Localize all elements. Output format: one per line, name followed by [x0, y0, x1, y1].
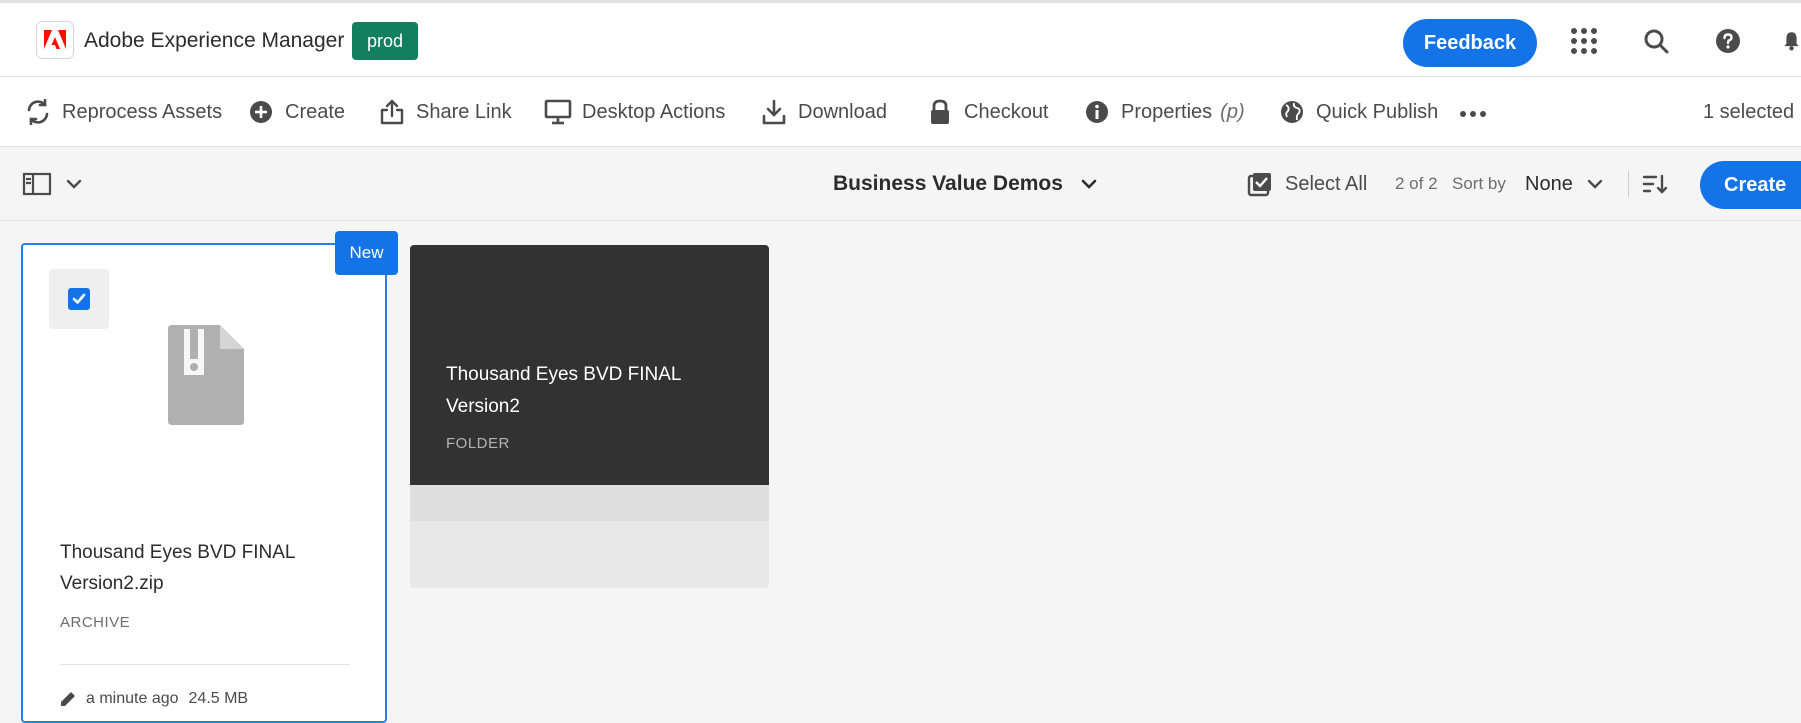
environment-badge: prod: [352, 22, 419, 60]
quick-publish-button[interactable]: Quick Publish: [1278, 77, 1438, 147]
create-button[interactable]: Create: [1700, 161, 1801, 209]
file-size: 24.5 MB: [188, 690, 249, 707]
share-icon: [378, 98, 406, 126]
info-icon: [1083, 98, 1111, 126]
folder-card-strip: [410, 485, 769, 521]
sort-by-label: Sort by: [1452, 174, 1506, 193]
checkout-button[interactable]: Checkout: [926, 77, 1049, 147]
checkmark-icon: [72, 293, 86, 304]
chevron-down-icon: [1587, 179, 1603, 189]
properties-label: Properties: [1121, 100, 1213, 123]
monitor-icon: [544, 98, 572, 126]
select-all-button[interactable]: Select All: [1247, 147, 1367, 221]
rail-toggle-button[interactable]: [22, 169, 88, 199]
chevron-down-icon: [66, 179, 82, 189]
folder-card-thumbnail: Thousand Eyes BVD FINAL Version2 FOLDER: [410, 245, 769, 485]
rail-panel-icon: [22, 172, 52, 196]
share-link-button[interactable]: Share Link: [378, 77, 512, 147]
search-icon[interactable]: [1640, 25, 1672, 57]
download-button[interactable]: Download: [760, 77, 887, 147]
folder-card[interactable]: Thousand Eyes BVD FINAL Version2 FOLDER: [410, 245, 769, 588]
adobe-logo[interactable]: [36, 21, 74, 59]
select-all-label: Select All: [1285, 172, 1368, 195]
new-badge: New: [335, 231, 398, 275]
modified-time: a minute ago: [86, 690, 179, 707]
lock-icon: [926, 98, 954, 126]
create-action-label: Create: [285, 100, 346, 123]
card-type: FOLDER: [446, 435, 510, 452]
card-select-area[interactable]: [49, 269, 109, 329]
chevron-down-icon: [1081, 179, 1097, 189]
reprocess-assets-label: Reprocess Assets: [62, 100, 223, 123]
share-link-label: Share Link: [416, 100, 512, 123]
help-icon[interactable]: [1712, 25, 1744, 57]
globe-icon: [1278, 98, 1306, 126]
download-icon: [760, 98, 788, 126]
refresh-icon: [24, 98, 52, 126]
item-count: 2 of 2: [1395, 174, 1438, 193]
select-all-checkbox-icon: [1247, 173, 1271, 197]
app-title[interactable]: Adobe Experience Manager: [84, 29, 344, 53]
card-meta: a minute ago 24.5 MB: [60, 690, 248, 708]
more-icon: [1460, 101, 1486, 124]
bell-icon[interactable]: [1782, 25, 1801, 57]
properties-button[interactable]: Properties (p): [1083, 77, 1245, 147]
sort-by-value: None: [1525, 172, 1573, 195]
quick-publish-label: Quick Publish: [1316, 100, 1439, 123]
apps-grid-icon[interactable]: [1568, 25, 1600, 57]
divider: [1628, 171, 1629, 197]
feedback-button[interactable]: Feedback: [1403, 19, 1537, 67]
card-title[interactable]: Thousand Eyes BVD FINAL Version2: [446, 359, 736, 423]
sort-by-select[interactable]: None: [1525, 147, 1603, 221]
checkout-label: Checkout: [964, 100, 1049, 123]
adobe-logo-icon: [44, 30, 66, 49]
properties-shortcut: (p): [1220, 100, 1245, 123]
desktop-actions-button[interactable]: Desktop Actions: [544, 77, 725, 147]
folder-title: Business Value Demos: [833, 172, 1063, 195]
card-title[interactable]: Thousand Eyes BVD FINAL Version2.zip: [60, 537, 350, 599]
more-actions-button[interactable]: [1460, 77, 1486, 147]
card-type: ARCHIVE: [60, 614, 131, 631]
sort-direction-button[interactable]: [1640, 169, 1670, 199]
card-checkbox[interactable]: [68, 288, 90, 310]
download-label: Download: [798, 100, 887, 123]
reprocess-assets-button[interactable]: Reprocess Assets: [24, 77, 222, 147]
create-action-button[interactable]: Create: [247, 77, 345, 147]
sort-order-icon: [1642, 174, 1668, 194]
global-header: Adobe Experience Manager prod Feedback: [0, 0, 1801, 77]
archive-file-icon: [168, 325, 244, 425]
pencil-icon: [61, 692, 75, 706]
desktop-actions-label: Desktop Actions: [582, 100, 726, 123]
selection-count[interactable]: 1 selected (: [1703, 77, 1801, 147]
context-bar: Business Value Demos Select All 2 of 2 S…: [0, 147, 1801, 221]
folder-title-dropdown[interactable]: Business Value Demos: [833, 147, 1097, 221]
divider: [60, 664, 350, 665]
action-bar: Reprocess Assets Create Share Link Deskt…: [0, 77, 1801, 147]
add-circle-icon: [247, 98, 275, 126]
asset-card-archive[interactable]: Thousand Eyes BVD FINAL Version2.zip ARC…: [21, 243, 387, 723]
